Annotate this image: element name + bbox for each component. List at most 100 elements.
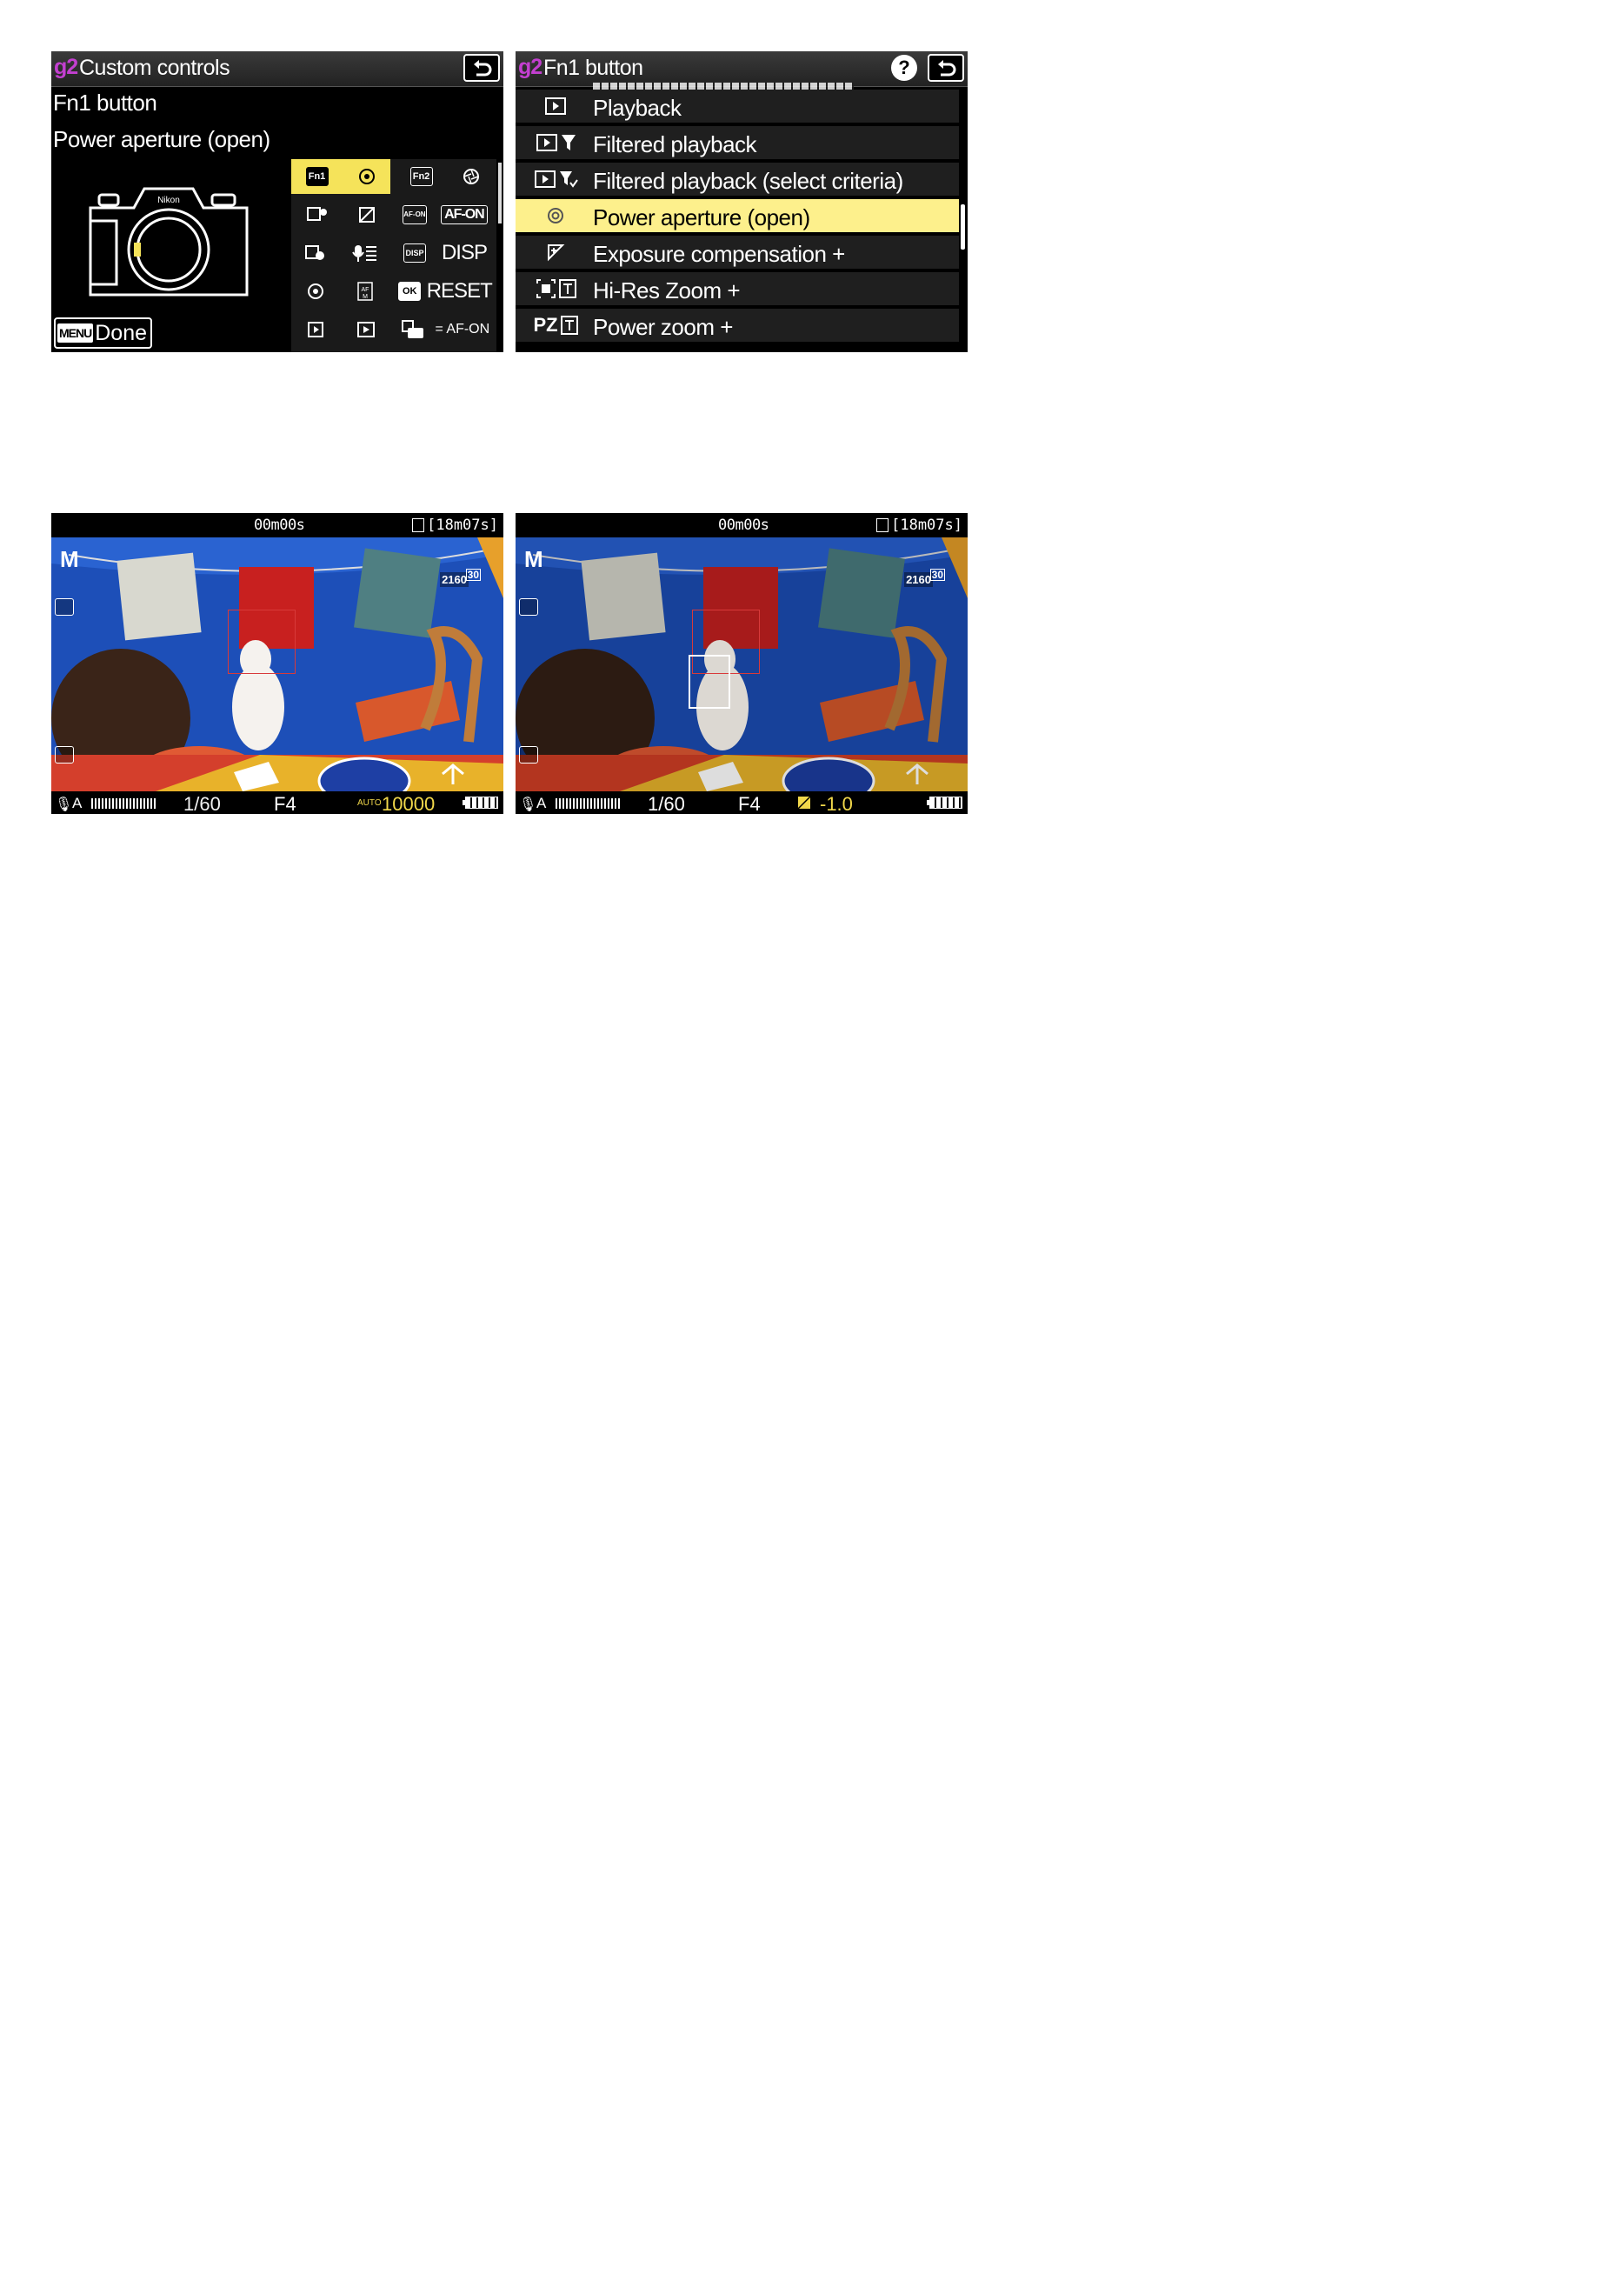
grid-cell-disp[interactable]: DISP DISP <box>396 236 495 270</box>
aperture-open-icon <box>358 169 375 184</box>
tele-box-icon <box>560 316 578 335</box>
partially-hidden-item <box>593 83 854 90</box>
playback-icon <box>536 134 557 151</box>
shutter-speed: 1/60 <box>648 793 685 814</box>
iso-auto-label: AUTO <box>357 798 382 808</box>
live-view-screen-exposure: 00m00s [18m07s] M 2160 30 🎙 A 1/60 F4 -1… <box>516 513 968 814</box>
aperture-open-icon <box>548 208 563 223</box>
audio-level-meter <box>556 798 620 809</box>
aperture-value: F4 <box>274 793 296 814</box>
done-label: Done <box>95 320 147 345</box>
battery-icon <box>463 797 498 809</box>
option-label: Filtered playback <box>593 131 757 157</box>
menu-code: g2 <box>54 55 78 79</box>
aperture-icon <box>463 169 479 184</box>
recording-time: 00m00s <box>254 517 305 534</box>
menu-key-tag: MENU <box>57 323 94 343</box>
option-label: Power aperture (open) <box>593 204 810 230</box>
live-view-top-bar: 00m00s [18m07s] <box>51 513 503 537</box>
playback-button-icon <box>307 322 323 337</box>
playback-icon <box>356 322 375 337</box>
memory-card-icon <box>412 518 425 532</box>
option-label: Hi-Res Zoom + <box>593 277 741 303</box>
grid-cell-fn1[interactable]: Fn1 <box>291 159 390 194</box>
option-playback[interactable]: Playback <box>516 90 959 124</box>
shooting-mode: M <box>60 546 79 572</box>
exposure-comp-value: -1.0 <box>820 793 853 814</box>
option-exposure-compensation[interactable]: Exposure compensation + <box>516 236 959 270</box>
disp-tag: DISP <box>403 243 426 263</box>
sub-selector-icon <box>306 207 327 221</box>
menu-header: g2 Fn1 button ? <box>516 51 968 87</box>
grid-cell-movie-record[interactable] <box>291 236 390 270</box>
menu-title: Custom controls <box>79 56 230 80</box>
back-button[interactable] <box>463 54 500 82</box>
fn1-tag: Fn1 <box>305 167 329 186</box>
option-power-zoom[interactable]: PZ Power zoom + <box>516 309 959 343</box>
grid-cell-multi-selector[interactable]: AF M <box>291 274 390 309</box>
hi-res-zoom-icon <box>536 279 556 298</box>
picture-control-icon <box>519 598 538 616</box>
back-button[interactable] <box>928 54 964 82</box>
current-assignment: Power aperture (open) <box>53 126 270 152</box>
option-hi-res-zoom[interactable]: Hi-Res Zoom + <box>516 272 959 307</box>
mic-icon: 🎙 <box>519 797 537 812</box>
svg-text:AF: AF <box>362 287 369 293</box>
tele-box-icon <box>558 279 576 298</box>
af-mode-icon: AFM <box>357 282 373 301</box>
movie-resolution: 2160 <box>904 572 933 587</box>
picture-control-icon <box>55 598 74 616</box>
svg-text:Nikon: Nikon <box>157 196 180 205</box>
help-button[interactable]: ? <box>891 55 917 81</box>
menu-done-button[interactable]: MENU Done <box>54 317 152 349</box>
filter-icon <box>561 135 576 150</box>
movie-resolution: 2160 <box>440 572 469 587</box>
option-filtered-playback-select[interactable]: Filtered playback (select criteria) <box>516 163 959 197</box>
playback-icon <box>545 97 566 115</box>
shutter-speed: 1/60 <box>183 793 221 814</box>
control-name: Fn1 button <box>53 90 157 116</box>
microphone-icon <box>351 245 376 262</box>
af-area-frame <box>228 610 296 674</box>
menu-title: Fn1 button <box>543 56 643 80</box>
remaining-time-value: [18m07s] <box>891 517 962 534</box>
disp-value: DISP <box>441 241 488 264</box>
grid-cell-sub-selector[interactable] <box>291 197 390 232</box>
metering-icon <box>55 746 74 764</box>
grid-cell-lens-fn[interactable]: = AF-ON <box>396 312 495 347</box>
audio-level-meter <box>91 798 156 809</box>
multi-selector-icon <box>308 283 323 299</box>
option-label: Playback <box>593 95 682 121</box>
pz-text: PZ <box>533 314 558 336</box>
reset-value: RESET <box>426 279 493 303</box>
grid-cell-fn2[interactable]: Fn2 <box>396 159 495 194</box>
battery-icon <box>927 797 962 809</box>
custom-controls-screen: g2 Custom controls Fn1 button Power aper… <box>51 51 503 352</box>
option-power-aperture-open[interactable]: Power aperture (open) <box>516 199 959 234</box>
lens-fn-value: = AF-ON <box>435 322 490 337</box>
playback-icon <box>534 170 556 188</box>
mic-icon: 🎙 <box>55 797 73 812</box>
grid-cell-ok[interactable]: OK RESET <box>396 274 495 309</box>
frame-rate: 30 <box>929 569 945 581</box>
af-on-tag: AF-ON <box>403 205 427 224</box>
live-view-bottom-bar: 🎙 A 1/60 F4 -1.0 <box>516 791 968 814</box>
grid-scrollbar[interactable] <box>498 163 502 223</box>
list-scrollbar[interactable] <box>961 204 965 250</box>
option-label: Power zoom + <box>593 314 733 340</box>
live-view-screen-iso: 00m00s [18m07s] M 2160 30 🎙 A 1/60 F4 AU… <box>51 513 503 814</box>
metering-icon <box>519 746 538 764</box>
af-on-value: AF-ON <box>441 205 488 224</box>
remaining-time: [18m07s] <box>876 517 962 534</box>
option-label: Exposure compensation + <box>593 241 845 267</box>
fn2-tag: Fn2 <box>409 167 433 186</box>
option-filtered-playback[interactable]: Filtered playback <box>516 126 959 161</box>
exposure-comp-icon <box>797 796 811 810</box>
grid-cell-playback[interactable] <box>291 312 390 347</box>
focus-mode: A <box>72 795 83 811</box>
live-view-bottom-bar: 🎙 A 1/60 F4 AUTO 10000 <box>51 791 503 814</box>
remaining-time: [18m07s] <box>412 517 498 534</box>
memory-card-icon <box>876 518 889 532</box>
recording-time: 00m00s <box>718 517 769 534</box>
grid-cell-af-on[interactable]: AF-ON AF-ON <box>396 197 495 232</box>
